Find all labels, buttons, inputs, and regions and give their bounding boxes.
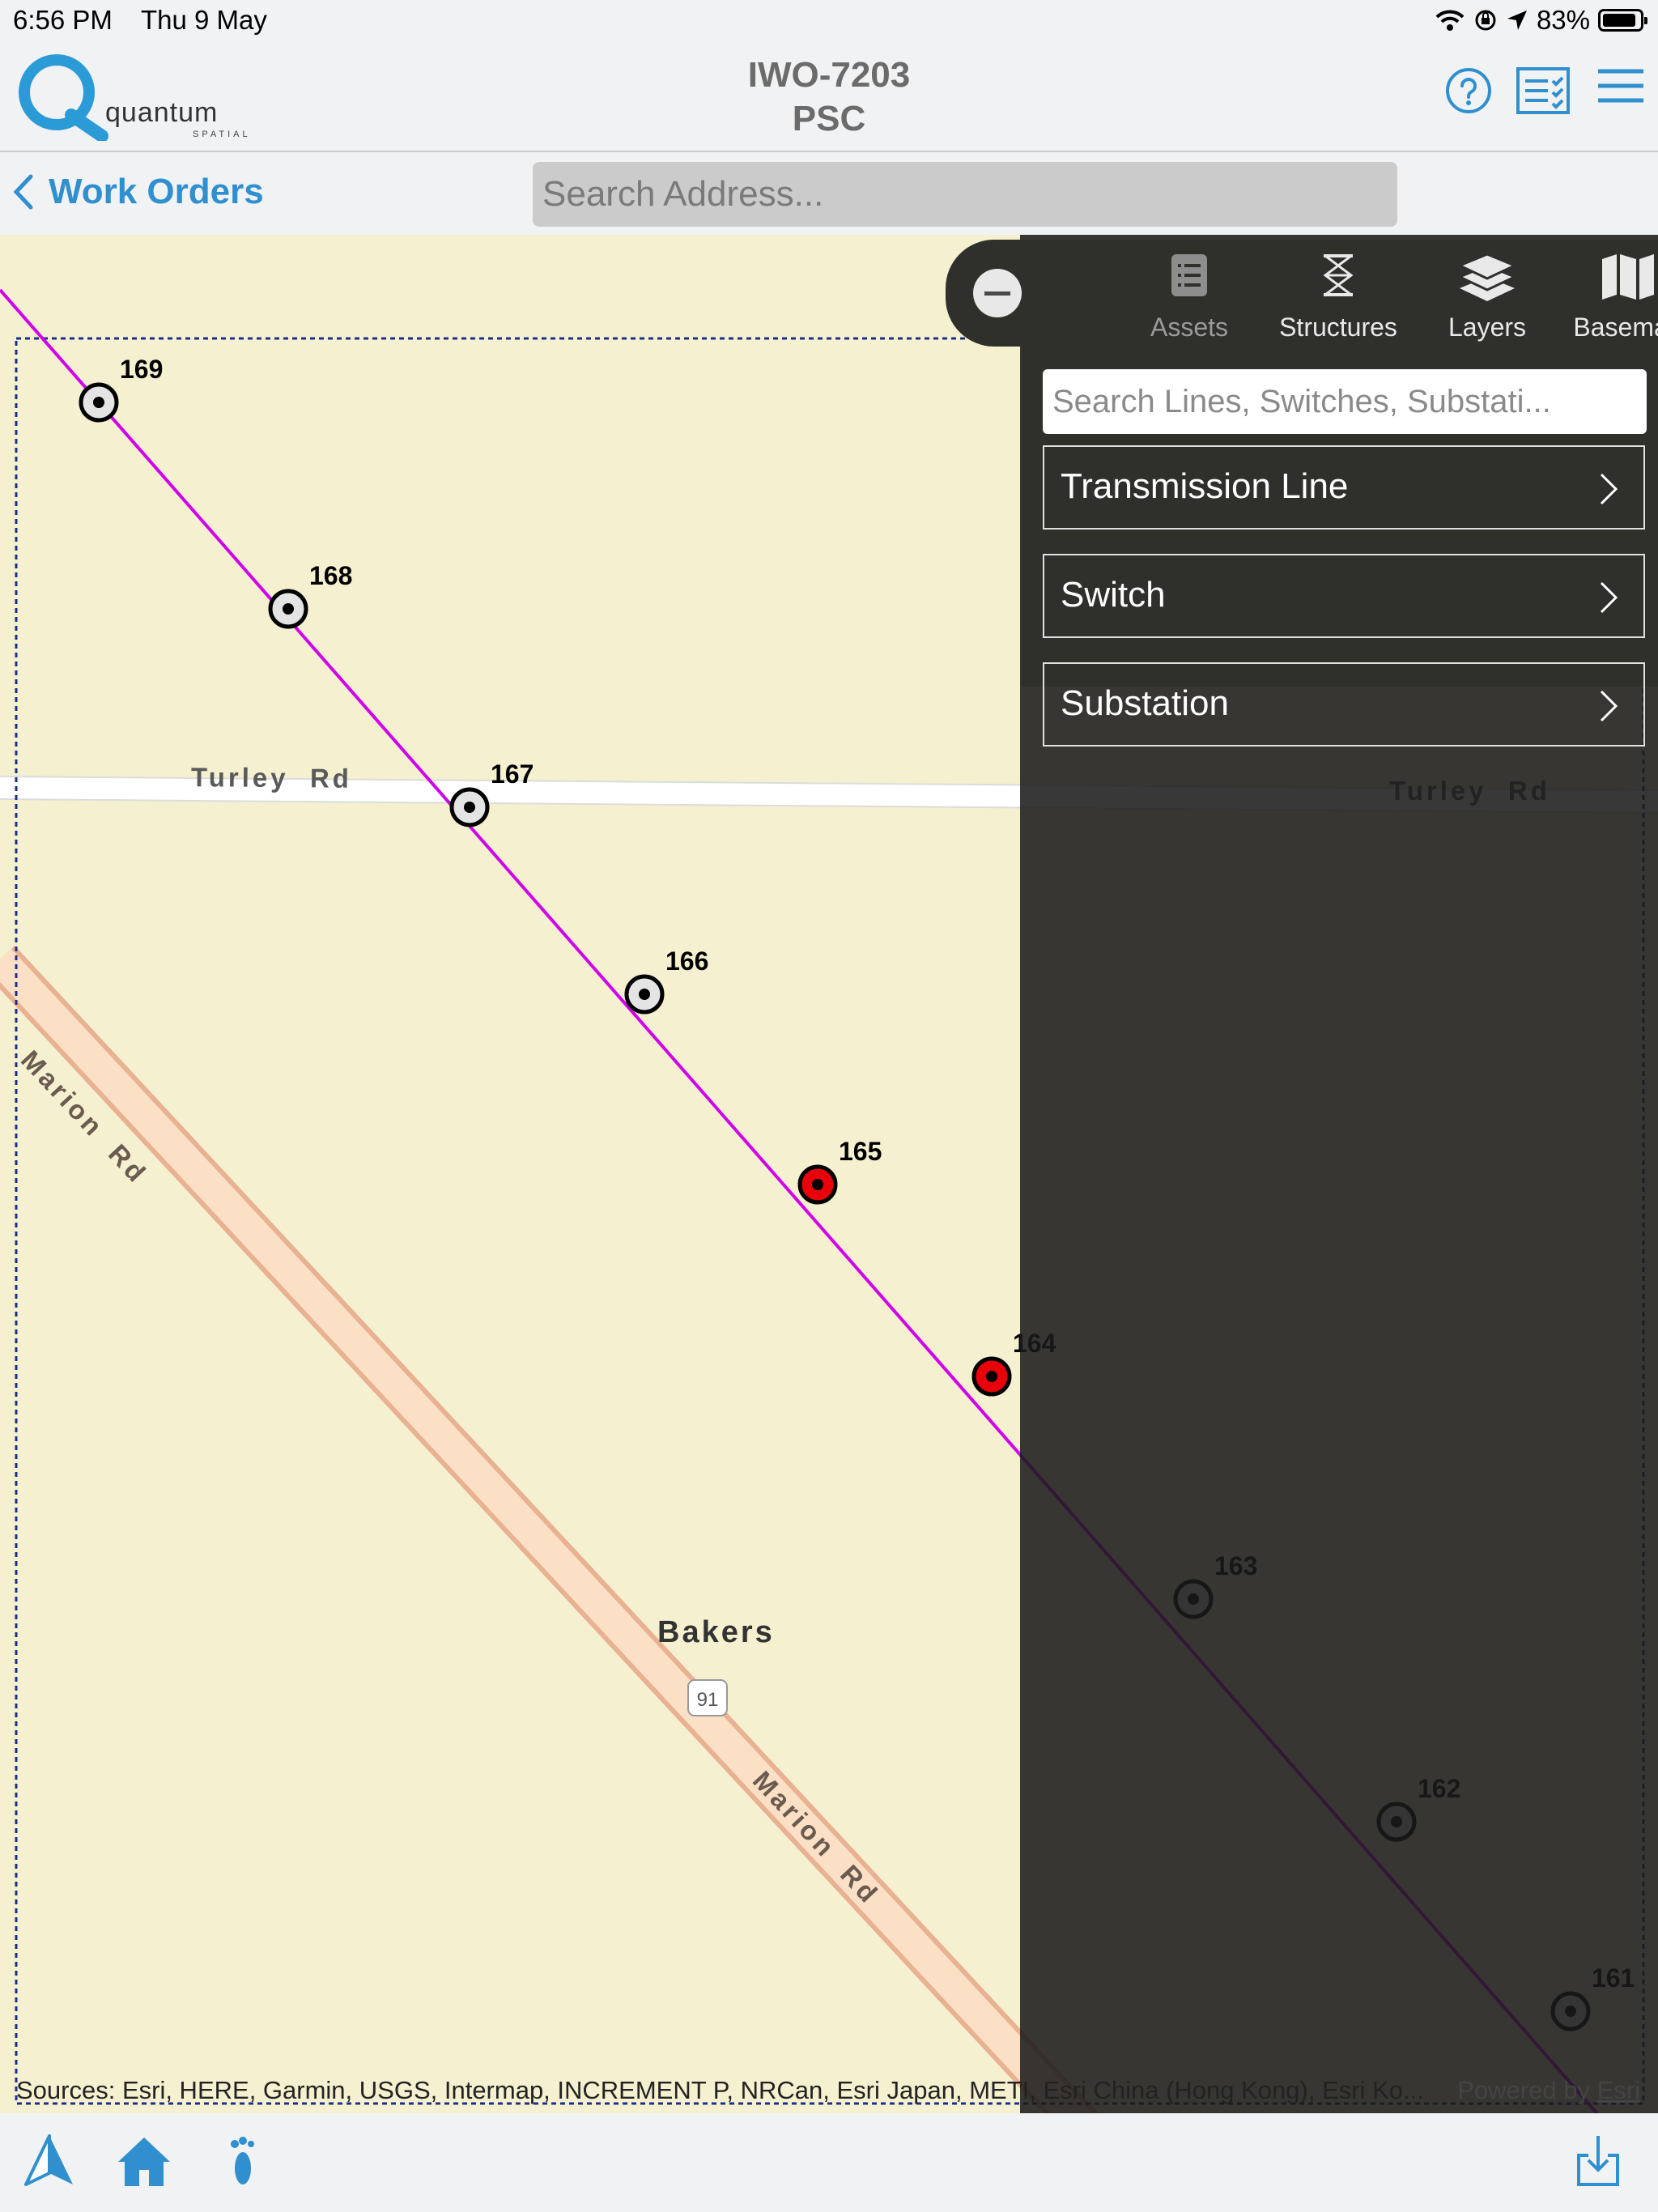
structure-label: 168 (309, 561, 352, 590)
structure-marker-center (464, 802, 475, 813)
structure-label: 169 (120, 355, 163, 384)
structure-label: 166 (665, 946, 708, 976)
basemap-button[interactable]: Basemap (1559, 248, 1658, 345)
assets-icon (1171, 254, 1207, 296)
battery-percent: 83% (1536, 5, 1590, 35)
search-address-input[interactable]: Search Address... (533, 162, 1397, 227)
map-attribution: Sources: Esri, HERE, Garmin, USGS, Inter… (16, 2076, 1424, 2104)
work-order-id: IWO-7203 (747, 55, 911, 95)
download-icon[interactable] (1575, 2134, 1621, 2188)
chevron-left-icon (13, 174, 33, 210)
structure-marker-center (639, 989, 650, 1000)
footprint-icon[interactable] (227, 2134, 259, 2191)
search-lines-input[interactable]: Search Lines, Switches, Substati... (1043, 369, 1647, 434)
structure-marker-center (812, 1179, 823, 1190)
search-panel: Search Lines, Switches, Substati... Tran… (1022, 347, 1658, 747)
category-label: Switch (1061, 575, 1166, 615)
structures-button[interactable]: Structures (1269, 248, 1407, 345)
home-icon[interactable] (117, 2134, 172, 2188)
road-label-turley: Turley Rd (190, 762, 353, 793)
menu-icon[interactable] (1596, 66, 1645, 107)
powered-by-label: Powered by (1457, 2076, 1590, 2104)
structure-marker-center (93, 397, 104, 408)
status-bar: 6:56 PM Thu 9 May 83% (0, 0, 1658, 42)
structures-label: Structures (1279, 313, 1397, 342)
status-date: Thu 9 May (141, 5, 267, 35)
status-time: 6:56 PM (13, 5, 113, 35)
esri-link[interactable]: Esri (1597, 2076, 1640, 2104)
help-icon[interactable] (1444, 66, 1493, 115)
collapse-toolbar-button[interactable] (973, 269, 1022, 317)
assets-button[interactable]: Assets (1120, 248, 1258, 345)
status-right: 83% (1435, 5, 1647, 36)
assets-label: Assets (1150, 313, 1229, 342)
map-toolbar: Assets Structures Layers Basemap (946, 240, 1658, 347)
chevron-right-icon (1600, 581, 1618, 614)
structure-marker-center (283, 603, 294, 615)
structure-label: 167 (491, 759, 534, 789)
bottom-toolbar (0, 2113, 1658, 2212)
structure-marker-center (986, 1371, 997, 1382)
layers-icon (1456, 253, 1518, 301)
wifi-icon (1435, 10, 1465, 31)
location-arrow-icon (1507, 11, 1527, 30)
category-switch[interactable]: Switch (1043, 554, 1645, 638)
layers-label: Layers (1448, 313, 1527, 342)
basemap-label: Basemap (1573, 313, 1658, 342)
powered-by[interactable]: Powered by Esri (1457, 2076, 1640, 2105)
category-label: Transmission Line (1061, 466, 1349, 506)
navigation-arrow-icon[interactable] (23, 2134, 76, 2188)
route-91-label: 91 (696, 1689, 719, 1711)
category-substation[interactable]: Substation (1043, 662, 1645, 747)
category-label: Substation (1061, 683, 1229, 723)
back-button[interactable]: Work Orders (11, 172, 264, 212)
layers-button[interactable]: Layers (1418, 248, 1556, 345)
tower-icon (1323, 254, 1354, 296)
map-icon (1602, 254, 1654, 300)
nav-bar: Work Orders Search Address... (0, 152, 1658, 236)
place-label-bakers: Bakers (657, 1615, 775, 1649)
back-label: Work Orders (49, 172, 264, 211)
orientation-lock-icon (1475, 10, 1496, 31)
work-order-type: PSC (792, 99, 866, 138)
battery-icon (1598, 9, 1647, 32)
app-header: quantum SPATIAL IWO-7203 PSC (0, 42, 1658, 152)
checklist-icon[interactable] (1516, 66, 1571, 115)
chevron-right-icon (1600, 473, 1618, 505)
structure-label: 165 (839, 1137, 882, 1166)
category-transmission-line[interactable]: Transmission Line (1043, 445, 1645, 530)
chevron-right-icon (1600, 690, 1618, 722)
